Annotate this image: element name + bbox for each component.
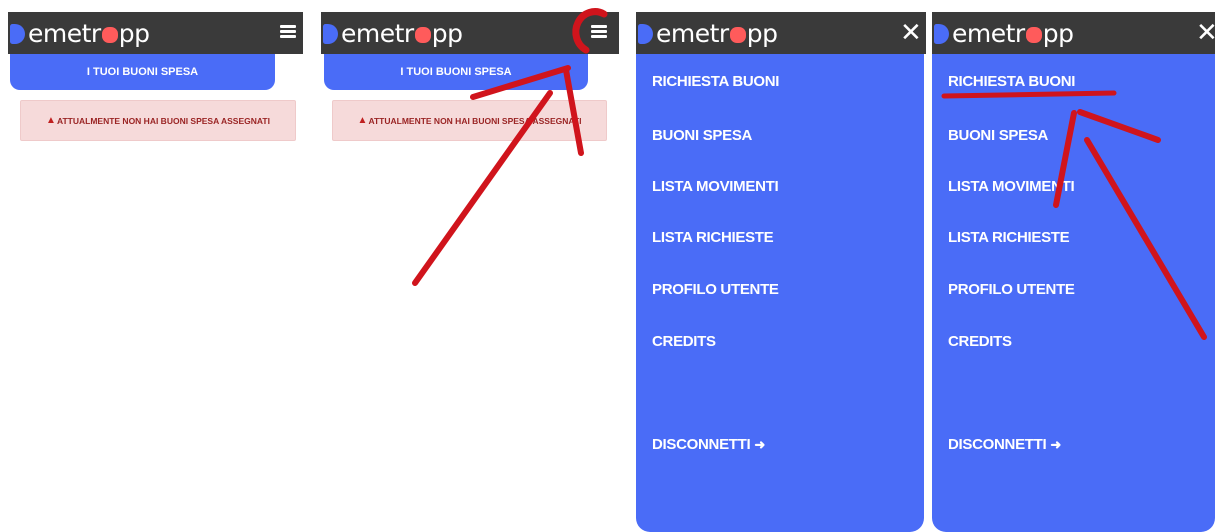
menu-item-lista-movimenti[interactable]: LISTA MOVIMENTI bbox=[652, 178, 779, 195]
logo-text-end: pp bbox=[118, 18, 150, 48]
menu-item-credits[interactable]: CREDITS bbox=[948, 333, 1012, 350]
logout-label: DISCONNETTI bbox=[652, 436, 751, 453]
menu-item-buoni-spesa[interactable]: BUONI SPESA bbox=[948, 127, 1048, 144]
menu-item-profilo-utente[interactable]: PROFILO UTENTE bbox=[652, 281, 779, 298]
logout-label: DISCONNETTI bbox=[948, 436, 1047, 453]
menu-item-buoni-spesa[interactable]: BUONI SPESA bbox=[652, 127, 752, 144]
logo-d-mark bbox=[323, 24, 338, 44]
menu-item-lista-richieste[interactable]: LISTA RICHIESTE bbox=[652, 229, 774, 246]
menu-item-lista-richieste[interactable]: LISTA RICHIESTE bbox=[948, 229, 1070, 246]
logo-d-mark bbox=[10, 24, 25, 44]
menu-item-lista-movimenti[interactable]: LISTA MOVIMENTI bbox=[948, 178, 1075, 195]
logo-d-mark bbox=[934, 24, 949, 44]
hamburger-icon[interactable] bbox=[591, 25, 607, 39]
logo-d-mark bbox=[638, 24, 653, 44]
app-logo[interactable]: emetr pp bbox=[638, 18, 778, 48]
menu-item-richiesta-buoni[interactable]: RICHIESTA BUONI bbox=[652, 73, 779, 90]
menu-item-richiesta-buoni[interactable]: RICHIESTA BUONI bbox=[948, 73, 1075, 90]
menu-item-profilo-utente[interactable]: PROFILO UTENTE bbox=[948, 281, 1075, 298]
logo-text: emetr bbox=[341, 18, 414, 48]
sign-out-icon: ➜ bbox=[1050, 437, 1061, 452]
close-icon[interactable]: ✕ bbox=[900, 20, 922, 46]
close-icon[interactable]: ✕ bbox=[1196, 20, 1215, 46]
screen-1: emetr pp I TUOI BUONI SPESA ▲ ATTUALMENTE … bbox=[8, 12, 303, 532]
screen-2: emetr pp I TUOI BUONI SPESA ▲ ATTUALMENTE … bbox=[321, 12, 619, 532]
buoni-spesa-title-button[interactable]: I TUOI BUONI SPESA bbox=[10, 54, 275, 90]
logo-a-mark bbox=[729, 27, 746, 43]
hamburger-icon[interactable] bbox=[280, 25, 296, 39]
app-header: emetr pp bbox=[321, 12, 619, 54]
app-header: emetr pp ✕ bbox=[932, 12, 1215, 54]
logo-a-mark bbox=[101, 27, 118, 43]
logo-a-mark bbox=[414, 27, 431, 43]
logo-a-mark bbox=[1025, 27, 1042, 43]
app-logo[interactable]: emetr pp bbox=[934, 18, 1074, 48]
warning-icon: ▲ bbox=[46, 115, 56, 126]
logo-text: emetr bbox=[28, 18, 101, 48]
alert-text: ATTUALMENTE NON HAI BUONI SPESA ASSEGNAT… bbox=[56, 115, 270, 126]
logout-button[interactable]: DISCONNETTI ➜ bbox=[652, 436, 765, 453]
alert-text: ATTUALMENTE NON HAI BUONI SPESA ASSEGNAT… bbox=[368, 115, 582, 126]
no-vouchers-alert: ▲ ATTUALMENTE NON HAI BUONI SPESA ASSEGNA… bbox=[332, 100, 607, 141]
buoni-spesa-title-button[interactable]: I TUOI BUONI SPESA bbox=[324, 54, 588, 90]
logout-button[interactable]: DISCONNETTI ➜ bbox=[948, 436, 1061, 453]
logo-text-end: pp bbox=[431, 18, 463, 48]
menu-item-credits[interactable]: CREDITS bbox=[652, 333, 716, 350]
logo-text-end: pp bbox=[1042, 18, 1074, 48]
logo-text-end: pp bbox=[746, 18, 778, 48]
nav-menu: RICHIESTA BUONI BUONI SPESA LISTA MOVIME… bbox=[636, 54, 924, 532]
app-logo[interactable]: emetr pp bbox=[10, 18, 150, 48]
screen-3-menu-open: emetr pp ✕ RICHIESTA BUONI BUONI SPESA LI… bbox=[636, 12, 926, 532]
logo-text: emetr bbox=[952, 18, 1025, 48]
app-header: emetr pp ✕ bbox=[636, 12, 926, 54]
app-logo[interactable]: emetr pp bbox=[323, 18, 463, 48]
nav-menu: RICHIESTA BUONI BUONI SPESA LISTA MOVIME… bbox=[932, 54, 1215, 532]
logo-text: emetr bbox=[656, 18, 729, 48]
no-vouchers-alert: ▲ ATTUALMENTE NON HAI BUONI SPESA ASSEGNA… bbox=[20, 100, 296, 141]
screen-4-menu-open: emetr pp ✕ RICHIESTA BUONI BUONI SPESA LI… bbox=[932, 12, 1215, 532]
warning-icon: ▲ bbox=[357, 115, 368, 126]
app-header: emetr pp bbox=[8, 12, 303, 54]
sign-out-icon: ➜ bbox=[754, 437, 765, 452]
